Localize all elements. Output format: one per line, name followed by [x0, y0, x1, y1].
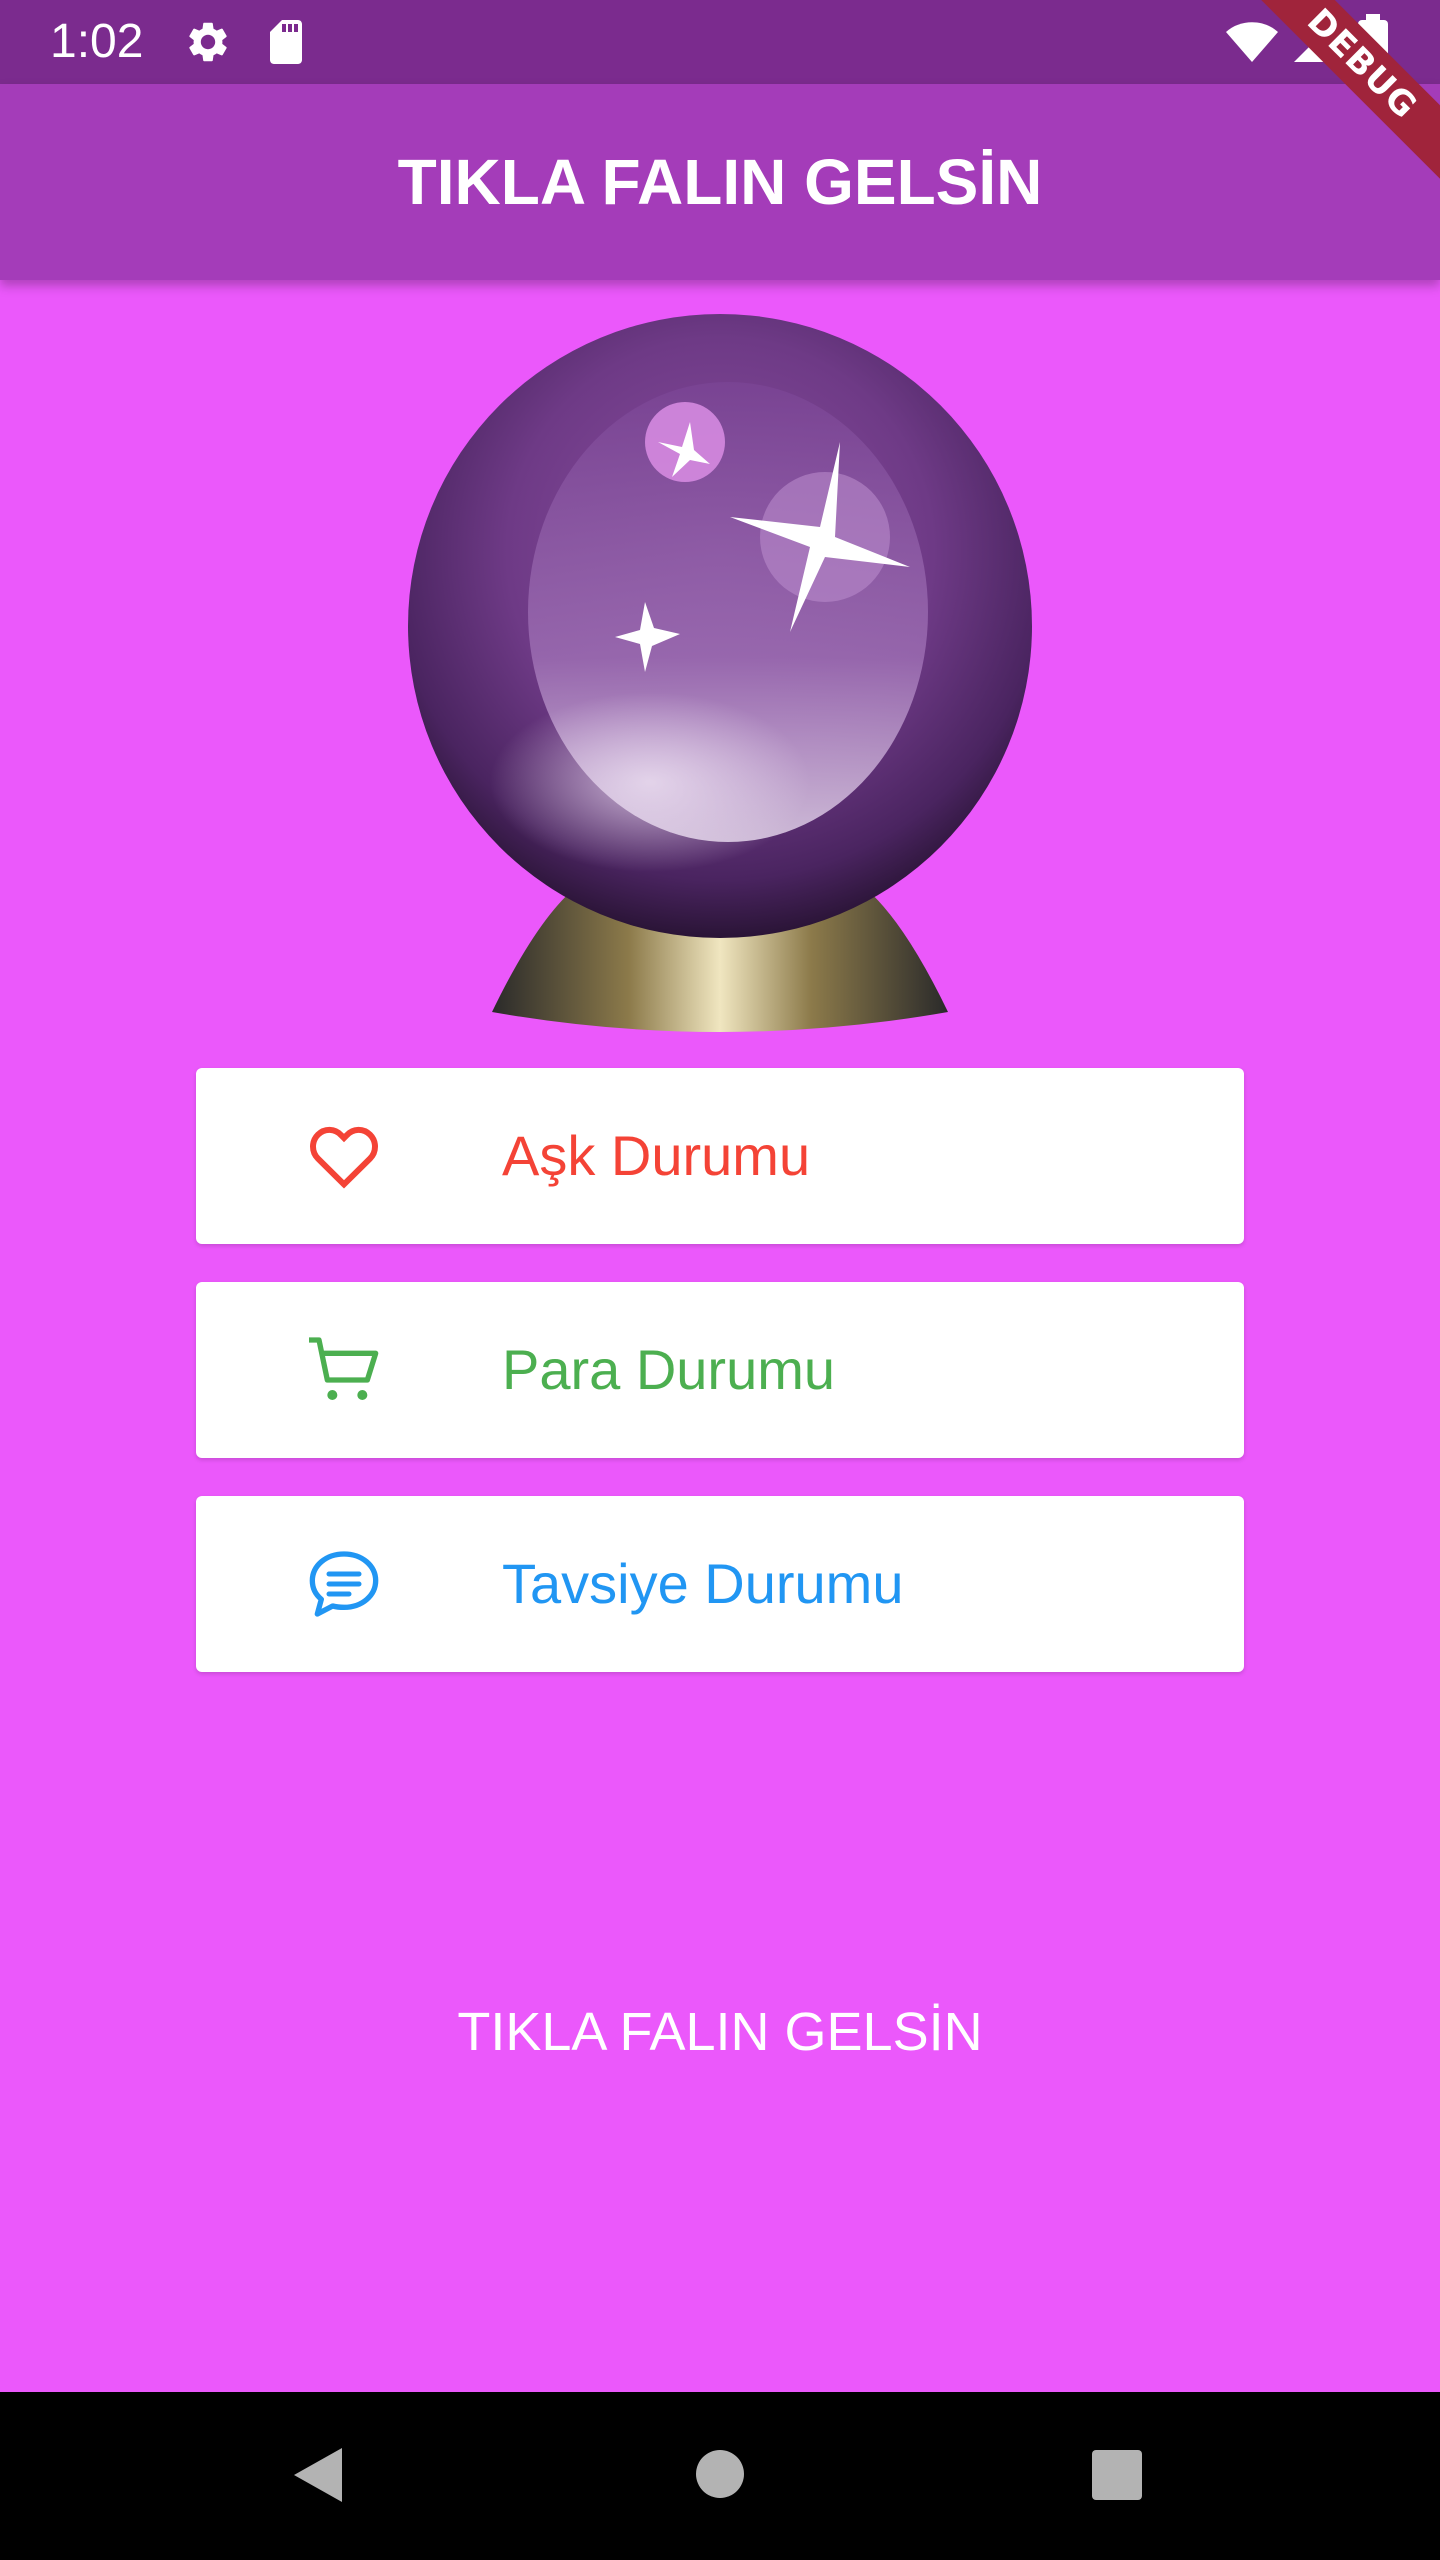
status-bar: 1:02: [0, 0, 1440, 84]
love-status-label: Aşk Durumu: [502, 1124, 811, 1187]
status-time: 1:02: [50, 15, 144, 68]
page-title: TIKLA FALIN GELSİN: [397, 146, 1043, 218]
money-status-label: Para Durumu: [502, 1338, 836, 1401]
settings-icon: [189, 22, 227, 62]
heart-icon: [310, 1126, 378, 1189]
chat-icon: [309, 1551, 379, 1617]
advice-status-label: Tavsiye Durumu: [502, 1552, 904, 1615]
advice-status-button[interactable]: Tavsiye Durumu: [196, 1496, 1244, 1672]
app-screen: 1:02 DEBUG TIKLA FALIN GELSİN Aşk Durumu…: [0, 0, 1440, 2560]
recents-icon[interactable]: [1090, 2448, 1144, 2502]
back-icon[interactable]: [290, 2444, 346, 2506]
love-status-button[interactable]: Aşk Durumu: [196, 1068, 1244, 1244]
wifi-icon: [1226, 22, 1278, 62]
app-bar: TIKLA FALIN GELSİN: [0, 84, 1440, 280]
sd-card-icon: [270, 20, 302, 64]
home-icon[interactable]: [694, 2448, 746, 2500]
navigation-bar: [0, 2392, 1440, 2560]
money-status-button[interactable]: Para Durumu: [196, 1282, 1244, 1458]
footer-title: TIKLA FALIN GELSİN: [457, 2002, 983, 2062]
crystal-ball-image: [400, 312, 1040, 1032]
cart-icon: [309, 1337, 379, 1400]
